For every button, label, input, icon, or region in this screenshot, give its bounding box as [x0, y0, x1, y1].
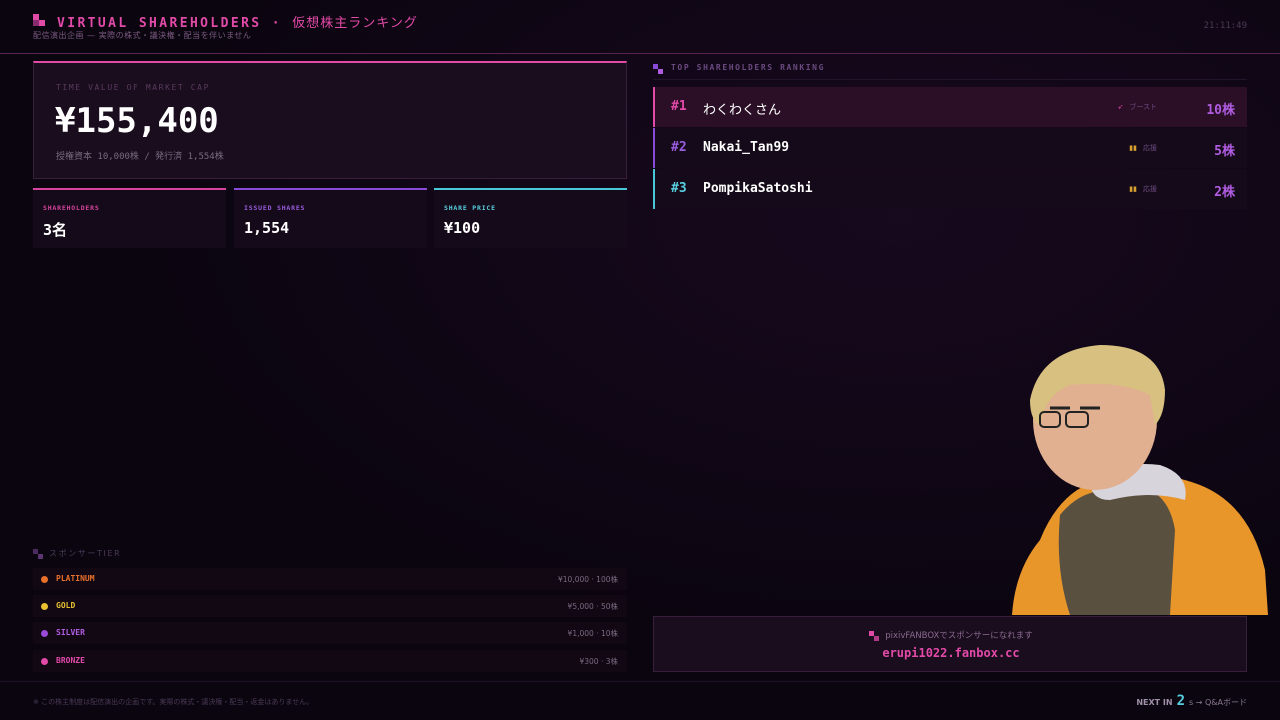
- ranking-row: #3 PompikaSatoshi ▮▮ 応援 2株: [653, 169, 1247, 209]
- rank-number: #1: [671, 99, 687, 114]
- tier-row-silver: SILVER ¥1,000 · 10株: [33, 622, 627, 644]
- support-tag: ➶ ブースト: [1117, 103, 1157, 111]
- tier-dot-icon: [41, 658, 48, 665]
- tier-name: PLATINUM: [56, 574, 95, 583]
- tier-price: ¥1,000 · 10株: [567, 629, 618, 638]
- stat-share-price: SHARE PRICE ¥100: [434, 188, 627, 248]
- tier-dot-icon: [41, 576, 48, 583]
- logo-icon: [33, 14, 45, 26]
- footer-disclaimer: ※ この株主制度は配信演出の企画です。実際の株式・議決権・配当・返金はありません…: [33, 698, 314, 706]
- share-count: 2株: [1214, 185, 1235, 200]
- tier-row-platinum: PLATINUM ¥10,000 · 100株: [33, 568, 627, 590]
- fanbox-label: pixivFANBOXでスポンサーになれます: [654, 629, 1248, 641]
- tier-name: SILVER: [56, 628, 85, 637]
- market-cap-card: TIME VALUE OF MARKET CAP ¥155,400 授権資本 1…: [33, 61, 627, 179]
- page-subtitle: 配信演出企画 — 実際の株式・議決権・配当を伴いません: [33, 31, 252, 40]
- fanbox-link[interactable]: erupi1022.fanbox.cc: [654, 646, 1248, 660]
- cheer-icon: ▮▮: [1129, 144, 1137, 152]
- tier-price: ¥10,000 · 100株: [558, 575, 618, 584]
- fanbox-panel: pixivFANBOXでスポンサーになれます erupi1022.fanbox.…: [653, 616, 1247, 672]
- ranking-header: TOP SHAREHOLDERS RANKING: [653, 62, 1247, 80]
- tier-dot-icon: [41, 630, 48, 637]
- stat-shareholders: SHAREHOLDERS 3名: [33, 188, 226, 248]
- tier-row-gold: GOLD ¥5,000 · 50株: [33, 595, 627, 617]
- shareholder-name: Nakai_Tan99: [703, 140, 790, 155]
- tier-name: GOLD: [56, 601, 76, 610]
- footer-divider: [0, 681, 1280, 682]
- sponsor-tier-header: スポンサーTIER: [33, 548, 121, 559]
- tier-dot-icon: [41, 603, 48, 610]
- section-icon: [869, 630, 880, 641]
- stat-label: SHAREHOLDERS: [43, 204, 100, 212]
- ranking-title: TOP SHAREHOLDERS RANKING: [671, 63, 825, 72]
- tier-price: ¥300 · 3株: [579, 657, 618, 666]
- header-bar: VIRTUAL SHAREHOLDERS · 仮想株主ランキング 配信演出企画 …: [0, 0, 1280, 54]
- tier-row-bronze: BRONZE ¥300 · 3株: [33, 650, 627, 672]
- ranking-row: #1 わくわくさん ➶ ブースト 10株: [653, 87, 1247, 127]
- clock: 21:11:49: [1203, 21, 1247, 31]
- stat-label: SHARE PRICE: [444, 204, 496, 212]
- tier-price: ¥5,000 · 50株: [567, 602, 618, 611]
- stat-label: ISSUED SHARES: [244, 204, 306, 212]
- cheer-icon: ▮▮: [1129, 185, 1137, 193]
- page-title: VIRTUAL SHAREHOLDERS · 仮想株主ランキング: [57, 16, 418, 31]
- next-countdown: NEXT IN 2 s → Q&Aボード: [1136, 693, 1247, 709]
- shareholder-name: PompikaSatoshi: [703, 181, 813, 196]
- market-cap-sub: 授権資本 10,000株 / 発行済 1,554株: [56, 152, 224, 162]
- rank-number: #3: [671, 181, 687, 196]
- share-count: 10株: [1206, 103, 1235, 118]
- stat-value: 3名: [43, 221, 68, 239]
- rocket-icon: ➶: [1117, 103, 1124, 111]
- shareholder-name: わくわくさん: [703, 103, 782, 118]
- ranking-row: #2 Nakai_Tan99 ▮▮ 応援 5株: [653, 128, 1247, 168]
- support-tag: ▮▮ 応援: [1129, 185, 1157, 193]
- stat-value: 1,554: [244, 219, 290, 237]
- rank-number: #2: [671, 140, 687, 155]
- market-cap-label: TIME VALUE OF MARKET CAP: [56, 83, 210, 92]
- market-cap-value: ¥155,400: [55, 101, 219, 141]
- stat-value: ¥100: [444, 219, 481, 237]
- stat-issued-shares: ISSUED SHARES 1,554: [234, 188, 427, 248]
- tier-name: BRONZE: [56, 656, 85, 665]
- section-icon: [33, 548, 43, 559]
- share-count: 5株: [1214, 144, 1235, 159]
- webcam-streamer-image: [1012, 345, 1268, 615]
- support-tag: ▮▮ 応援: [1129, 144, 1157, 152]
- section-icon: [653, 64, 663, 74]
